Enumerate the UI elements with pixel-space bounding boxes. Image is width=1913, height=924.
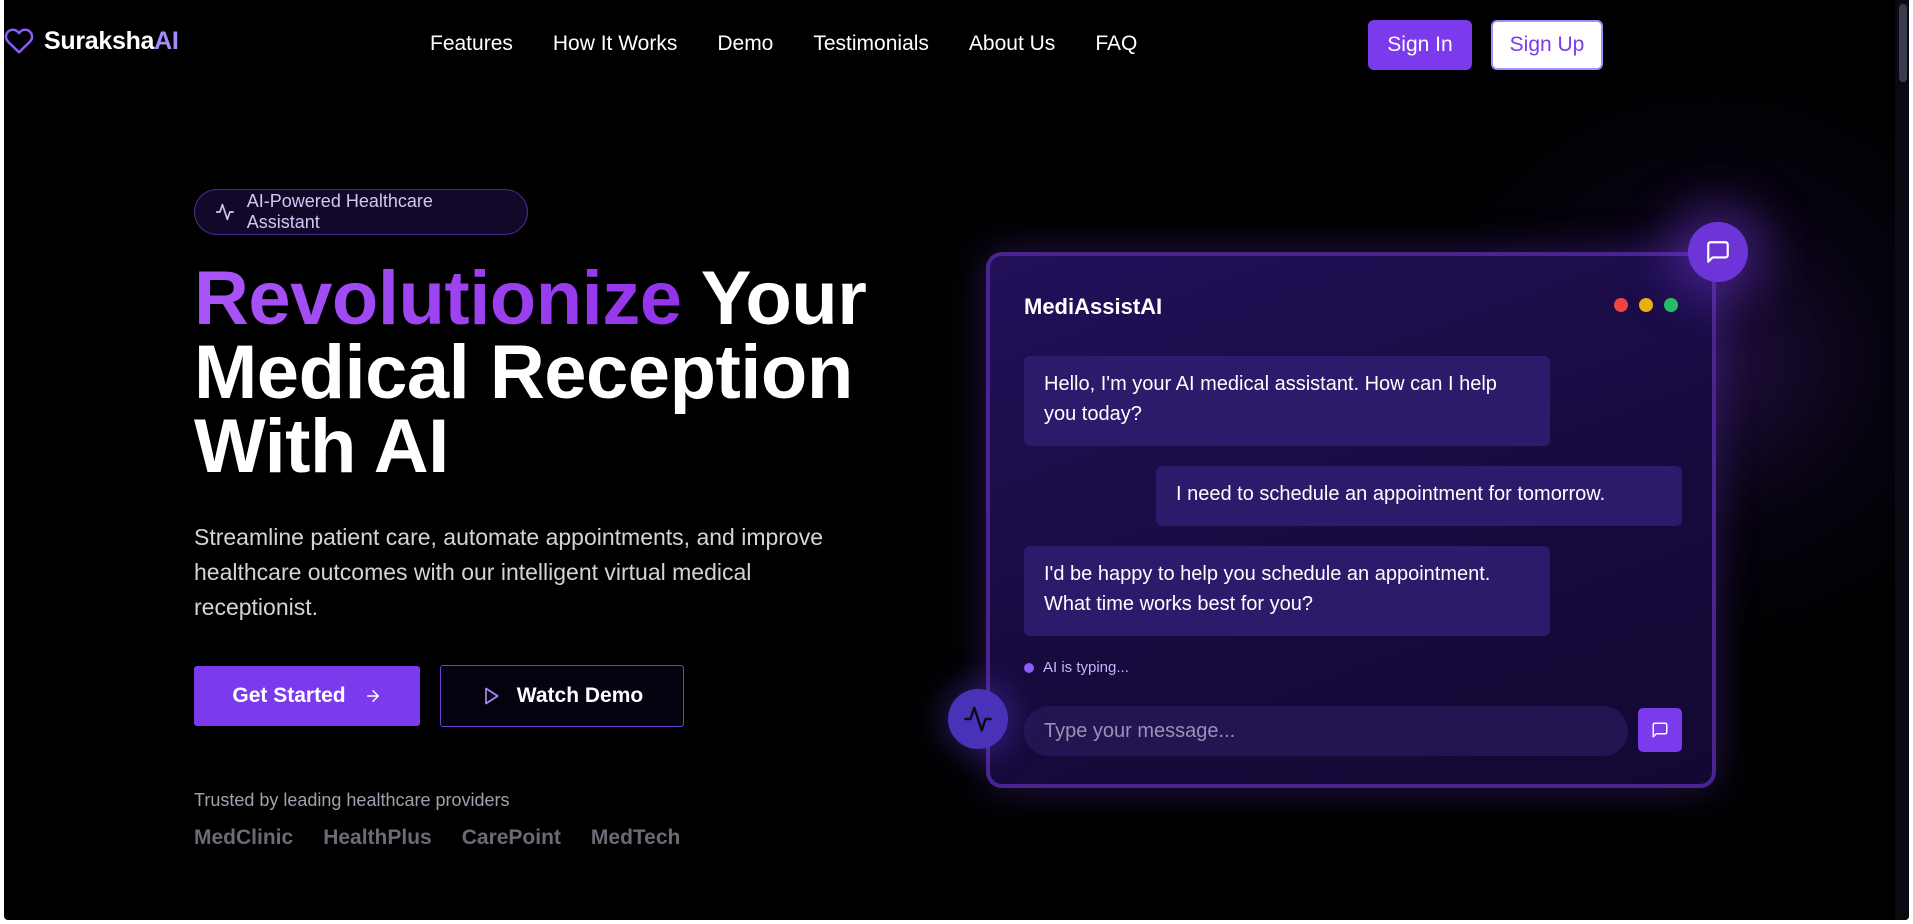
partner-healthplus: HealthPlus (323, 826, 432, 849)
dot-green (1664, 298, 1678, 312)
nav-link-how-it-works[interactable]: How It Works (553, 32, 677, 56)
dot-yellow (1639, 298, 1653, 312)
play-icon (484, 687, 499, 705)
window-dots (1614, 298, 1678, 312)
hero-badge: AI-Powered Healthcare Assistant (194, 189, 528, 235)
page-frame: SurakshaAI Features How It Works Demo Te… (4, 0, 1909, 920)
floating-chat-button[interactable] (1688, 222, 1748, 282)
activity-pulse-icon (964, 706, 992, 732)
arrow-right-icon (366, 690, 379, 702)
send-message-button[interactable] (1638, 708, 1682, 752)
partner-carepoint: CarePoint (461, 826, 561, 849)
typing-label: AI is typing... (1043, 659, 1129, 676)
watch-demo-label: Watch Demo (516, 684, 644, 707)
trusted-label: Trusted by leading healthcare providers (194, 790, 510, 810)
nav-link-demo[interactable]: Demo (717, 32, 773, 56)
heart-icon (4, 28, 34, 54)
partner-medtech: MedTech (590, 826, 681, 849)
sign-in-button[interactable]: Sign In (1368, 20, 1472, 70)
hero-subtext: Streamline patient care, automate appoin… (194, 524, 824, 620)
vertical-scrollbar[interactable] (1895, 0, 1909, 920)
chat-title: MediAssistAI (1024, 294, 1163, 319)
nav-link-faq[interactable]: FAQ (1095, 32, 1137, 56)
dot-red (1614, 298, 1628, 312)
message-square-icon (1652, 722, 1668, 738)
headline-line3: With AI (194, 404, 449, 489)
nav-link-about-us[interactable]: About Us (969, 32, 1055, 56)
activity-pulse-icon (215, 203, 234, 221)
hero-badge-label: AI-Powered Healthcare Assistant (246, 191, 433, 232)
sign-up-button[interactable]: Sign Up (1491, 20, 1603, 70)
headline-accent: Revolutionize (194, 256, 682, 341)
floating-pulse-button[interactable] (948, 689, 1008, 749)
typing-indicator: AI is typing... (1024, 659, 1129, 676)
chat-message-user: I need to schedule an appointment for to… (1156, 466, 1682, 526)
brand-name: SurakshaAI (44, 26, 179, 55)
partner-logos: MedClinic HealthPlus CarePoint MedTech (194, 826, 710, 850)
chat-message-ai: I'd be happy to help you schedule an app… (1024, 546, 1550, 636)
headline-line2: Medical Reception (194, 330, 853, 415)
chat-preview-card: MediAssistAI Hello, I'm your AI medical … (986, 252, 1716, 788)
get-started-label: Get Started (232, 684, 346, 707)
chat-message-input[interactable] (1024, 706, 1628, 756)
message-square-icon (1707, 241, 1729, 263)
typing-dot (1024, 662, 1034, 673)
headline-line1-rest: Your (681, 256, 867, 341)
nav-link-features[interactable]: Features (430, 32, 513, 56)
hero-headline: Revolutionize Your Medical Reception Wit… (194, 261, 914, 485)
get-started-button[interactable]: Get Started (194, 666, 420, 726)
scrollbar-thumb[interactable] (1899, 4, 1907, 82)
nav-link-testimonials[interactable]: Testimonials (813, 32, 929, 56)
watch-demo-button[interactable]: Watch Demo (440, 665, 684, 727)
partner-medclinic: MedClinic (194, 826, 294, 849)
brand-logo[interactable]: SurakshaAI (4, 26, 179, 56)
main-nav: Features How It Works Demo Testimonials … (430, 32, 1177, 56)
chat-message-ai: Hello, I'm your AI medical assistant. Ho… (1024, 356, 1550, 446)
